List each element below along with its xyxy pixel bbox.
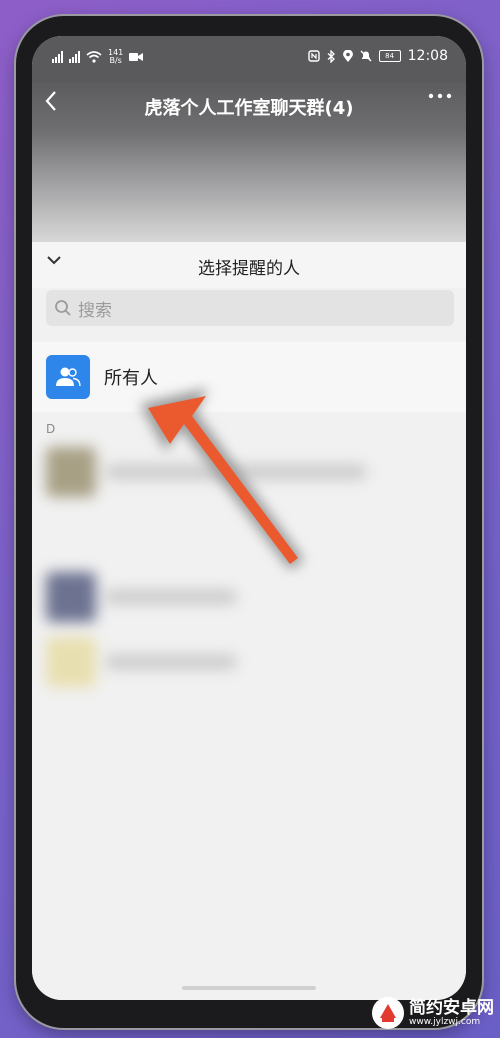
watermark-logo-icon (372, 997, 404, 1029)
nfc-icon (307, 50, 320, 62)
watermark-text: 简约安卓网 www.jylzwj.com (409, 999, 494, 1027)
status-time: 12:08 (407, 48, 448, 64)
more-icon[interactable] (428, 92, 452, 100)
member-name-blurred (106, 590, 236, 604)
mute-icon (360, 50, 372, 62)
location-icon (342, 49, 353, 62)
chat-header: 虎落个人工作室聊天群(4) (32, 82, 466, 242)
group-users-icon (46, 355, 90, 399)
wifi-icon (86, 51, 102, 63)
pointer-arrow-annotation (140, 388, 304, 570)
signal-icon (52, 51, 63, 63)
avatar (46, 447, 96, 497)
chat-title: 虎落个人工作室聊天群(4) (144, 98, 354, 119)
mention-sheet: 选择提醒的人 搜索 所有人 D (32, 242, 466, 1000)
watermark-url: www.jylzwj.com (409, 1017, 481, 1027)
search-input[interactable]: 搜索 (46, 290, 454, 326)
list-item[interactable] (46, 637, 452, 687)
sheet-title: 选择提醒的人 (198, 259, 300, 279)
watermark-name: 简约安卓网 (409, 998, 494, 1018)
avatar (46, 637, 96, 687)
home-indicator (182, 986, 316, 990)
watermark: 简约安卓网 www.jylzwj.com (371, 996, 494, 1030)
sheet-header: 选择提醒的人 (32, 242, 466, 288)
network-speed-unit: B/s (109, 56, 122, 65)
status-right-icons: 84 12:08 (307, 48, 448, 64)
network-speed: 141 B/s (108, 49, 123, 65)
avatar (46, 572, 96, 622)
search-placeholder: 搜索 (78, 300, 112, 321)
back-icon[interactable] (44, 90, 58, 112)
status-left-icons: 141 B/s (52, 49, 144, 65)
section-index-letter: D (46, 422, 56, 436)
member-name-blurred (106, 655, 236, 669)
video-icon (129, 53, 144, 61)
signal-icon-2 (69, 51, 80, 63)
battery-icon: 84 (378, 50, 401, 62)
status-bar: 141 B/s 84 12:08 (32, 36, 466, 82)
bluetooth-icon (327, 49, 335, 63)
search-icon (55, 300, 71, 316)
